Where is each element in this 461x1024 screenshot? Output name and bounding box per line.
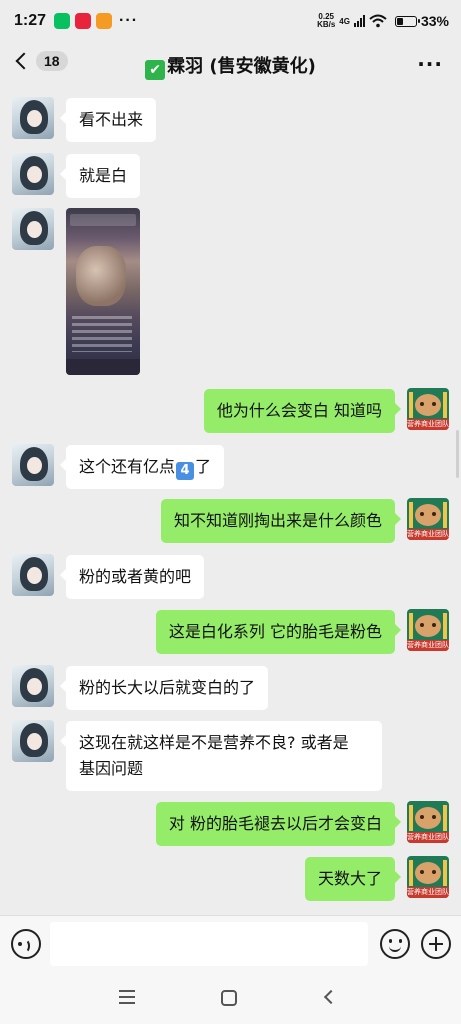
incoming-bubble[interactable]: 这个还有亿点 4 了 (59, 445, 225, 489)
outgoing-bubble[interactable]: 天数大了 (304, 857, 402, 901)
outgoing-bubble[interactable]: 这是白化系列 它的胎毛是粉色 (155, 610, 402, 654)
wifi-icon (369, 14, 387, 28)
system-back-icon[interactable] (323, 989, 339, 1005)
status-app-icons: ··· (54, 12, 138, 30)
my-avatar[interactable]: 营养商业团队 (407, 388, 449, 430)
my-avatar[interactable]: 营养商业团队 (407, 609, 449, 651)
network-speed: 0.25 KB/s (317, 12, 336, 29)
outgoing-bubble[interactable]: 对 粉的胎毛褪去以后才会变白 (155, 802, 402, 846)
keycap-four-emoji-icon: 4 (176, 462, 195, 480)
emoji-icon[interactable] (380, 929, 410, 959)
voice-input-icon[interactable] (11, 929, 41, 959)
battery-level (396, 17, 403, 25)
incoming-bubble[interactable]: 看不出来 (59, 98, 157, 142)
battery-percent: 33% (420, 13, 449, 29)
plus-icon[interactable] (421, 929, 451, 959)
chat-title-text: 霖羽 (售安徽黄化) (167, 56, 316, 77)
outgoing-bubble[interactable]: 他为什么会变白 知道吗 (203, 389, 402, 433)
chat-header: 18 ✔ 霖羽 (售安徽黄化) ··· (0, 42, 461, 86)
contact-avatar[interactable] (12, 444, 54, 486)
status-indicators: 0.25 KB/s 4G 33% (317, 12, 449, 30)
my-avatar[interactable]: 营养商业团队 (407, 801, 449, 843)
home-icon[interactable] (221, 990, 237, 1006)
check-emoji-icon: ✔ (145, 60, 166, 80)
contact-avatar[interactable] (12, 720, 54, 762)
taobao-icon (96, 13, 113, 29)
recent-apps-icon[interactable] (119, 990, 135, 1004)
system-navigation-bar (0, 973, 461, 1024)
status-bar: 1:27 ··· 0.25 KB/s 4G 33% (0, 0, 461, 42)
input-bar (0, 915, 461, 973)
my-avatar[interactable]: 营养商业团队 (407, 856, 449, 898)
more-notifications-icon: ··· (119, 12, 139, 29)
image-message[interactable] (66, 208, 140, 375)
wechat-icon (54, 13, 71, 29)
contact-avatar[interactable] (12, 665, 54, 707)
message-input[interactable] (50, 922, 368, 966)
contact-avatar[interactable] (12, 554, 54, 596)
outgoing-bubble[interactable]: 知不知道刚掏出来是什么颜色 (160, 499, 402, 543)
status-time: 1:27 (14, 12, 47, 29)
chat-title: ✔ 霖羽 (售安徽黄化) (0, 52, 461, 80)
battery-icon (394, 15, 420, 27)
incoming-bubble[interactable]: 这现在就这样是不是营养不良? 或者是 基因问题 (60, 721, 382, 791)
incoming-bubble[interactable]: 就是白 (59, 154, 141, 198)
contact-avatar[interactable] (12, 97, 54, 139)
contact-avatar[interactable] (12, 208, 54, 250)
xiaohongshu-icon (75, 13, 92, 29)
more-options-button[interactable]: ··· (417, 52, 443, 76)
scrollbar-thumb[interactable] (456, 430, 459, 478)
network-type: 4G (339, 16, 350, 26)
incoming-bubble[interactable]: 粉的或者黄的吧 (59, 555, 205, 599)
signal-icon (353, 15, 365, 27)
incoming-bubble[interactable]: 粉的长大以后就变白的了 (59, 666, 269, 710)
contact-avatar[interactable] (12, 153, 54, 195)
my-avatar[interactable]: 营养商业团队 (407, 498, 449, 540)
